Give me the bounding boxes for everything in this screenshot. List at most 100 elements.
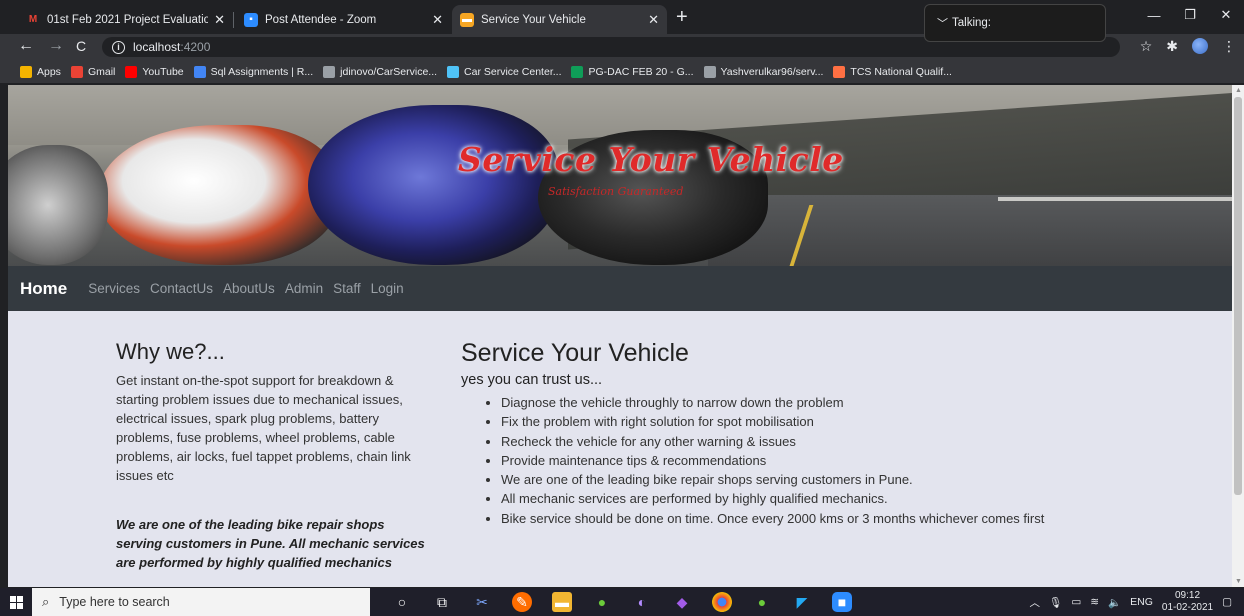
bookmark-item[interactable]: PG-DAC FEB 20 - G... <box>571 65 694 78</box>
tab-service-your-vehicle[interactable]: ▬ Service Your Vehicle ✕ <box>452 5 667 34</box>
file-explorer-icon[interactable]: ▬ <box>552 592 572 612</box>
start-button[interactable] <box>0 588 32 616</box>
search-icon: ⌕ <box>42 594 50 609</box>
task-view-icon[interactable]: ⧉ <box>432 592 452 612</box>
close-window-icon[interactable]: ✕ <box>1208 0 1244 30</box>
fourth-motorcycle-image <box>8 145 108 265</box>
page-icon <box>447 65 460 78</box>
scroll-up-icon[interactable]: ▲ <box>1235 87 1242 94</box>
page-viewport: Service Your Vehicle Satisfaction Guaran… <box>8 85 1232 587</box>
forward-icon[interactable]: → <box>48 37 64 55</box>
blue-motorcycle-image <box>308 105 558 265</box>
minimize-icon[interactable]: — <box>1136 0 1172 30</box>
bookmark-item[interactable]: YouTube <box>125 65 184 78</box>
windows-icon <box>9 595 23 609</box>
close-icon[interactable]: ✕ <box>648 12 659 28</box>
hero-road <box>708 195 1232 266</box>
battery-icon[interactable]: ▭ <box>1071 596 1081 608</box>
nav-link-aboutus[interactable]: AboutUs <box>223 281 275 296</box>
zoom-taskbar-icon[interactable]: ■ <box>832 592 852 612</box>
bookmark-label: Apps <box>37 65 61 78</box>
visual-studio-icon[interactable]: ◆ <box>672 592 692 612</box>
close-icon[interactable]: ✕ <box>432 12 443 28</box>
chevron-down-icon: ﹀ <box>937 18 948 30</box>
taskbar-search-placeholder: Type here to search <box>59 595 170 609</box>
bookmark-label: jdinovo/CarService... <box>340 65 438 78</box>
clock[interactable]: 09:12 01-02-2021 <box>1162 590 1213 614</box>
scroll-down-icon[interactable]: ▼ <box>1235 578 1242 585</box>
youtube-icon <box>125 65 138 78</box>
taskbar-apps: ○ ⧉ ✂ ✎ ▬ ● ◐ ◆ ● ◤ ■ <box>392 592 852 612</box>
gmail-icon <box>70 65 83 78</box>
bookmark-label: PG-DAC FEB 20 - G... <box>588 65 694 78</box>
reload-icon[interactable]: C <box>76 38 86 54</box>
close-icon[interactable]: ✕ <box>214 12 225 28</box>
tray-overflow-icon[interactable]: ︿ <box>1030 595 1041 610</box>
nav-link-login[interactable]: Login <box>371 281 404 296</box>
scrollbar-thumb[interactable] <box>1234 97 1242 495</box>
nav-link-staff[interactable]: Staff <box>333 281 361 296</box>
bookmark-item[interactable]: Apps <box>20 65 61 78</box>
nav-link-contactus[interactable]: ContactUs <box>150 281 213 296</box>
toolbar-actions: ☆ ✱ ⋮ <box>1140 38 1236 55</box>
spring-tool-2-icon[interactable]: ● <box>752 592 772 612</box>
bookmark-item[interactable]: Car Service Center... <box>447 65 561 78</box>
info-icon[interactable]: i <box>112 40 125 54</box>
bookmark-label: Gmail <box>87 65 116 78</box>
bookmark-item[interactable]: jdinovo/CarService... <box>323 65 438 78</box>
nav-home-brand[interactable]: Home <box>20 279 67 299</box>
bookmark-item[interactable]: Yashverulkar96/serv... <box>703 65 823 78</box>
bookmark-label: Sql Assignments | R... <box>210 65 314 78</box>
profile-avatar[interactable] <box>1192 38 1208 54</box>
tab-project-evaluation[interactable]: M 01st Feb 2021 Project Evaluation ✕ <box>18 5 233 34</box>
services-heading: Service Your Vehicle <box>461 339 689 367</box>
bookmark-item[interactable]: Gmail <box>70 65 116 78</box>
spring-tool-icon[interactable]: ● <box>592 592 612 612</box>
nav-link-admin[interactable]: Admin <box>285 281 323 296</box>
url-host: localhost <box>133 40 181 54</box>
extensions-icon[interactable]: ✱ <box>1166 38 1178 55</box>
menu-dots-icon[interactable]: ⋮ <box>1222 38 1236 55</box>
why-section: Why we?... Get instant on-the-spot suppo… <box>116 339 426 572</box>
window-controls: — ❐ ✕ <box>1136 0 1244 30</box>
notifications-icon[interactable]: ▢ <box>1222 596 1232 608</box>
nav-link-services[interactable]: Services <box>88 281 140 296</box>
bookmark-label: YouTube <box>142 65 184 78</box>
cortana-icon[interactable]: ○ <box>392 592 412 612</box>
page-icon: ▬ <box>460 12 474 27</box>
tab-zoom[interactable]: ▪ Post Attendee - Zoom ✕ <box>236 5 451 34</box>
github-icon <box>323 65 336 78</box>
gmail-icon: M <box>28 14 38 25</box>
back-icon[interactable]: ← <box>18 37 34 55</box>
volume-icon[interactable]: 🔈 <box>1108 596 1121 609</box>
why-text: Get instant on-the-spot support for brea… <box>116 373 411 483</box>
site-navbar: Home Services ContactUs AboutUs Admin Staff L… <box>8 266 1232 311</box>
clock-time: 09:12 <box>1174 590 1201 601</box>
wifi-icon[interactable]: ≋ <box>1090 596 1099 608</box>
eclipse-icon[interactable]: ◐ <box>632 592 652 612</box>
bookmark-item[interactable]: Sql Assignments | R... <box>193 65 314 78</box>
service-point: We are one of the leading bike repair sh… <box>501 470 1221 489</box>
chrome-icon[interactable] <box>712 592 732 612</box>
page-scrollbar[interactable]: ▲ ▼ <box>1232 85 1244 587</box>
browser-tab-strip: M 01st Feb 2021 Project Evaluation ✕ ▪ P… <box>0 0 1244 42</box>
hero-title: Service Your Vehicle <box>458 140 844 179</box>
new-tab-button[interactable]: + <box>676 6 688 29</box>
service-point: Fix the problem with right solution for … <box>501 412 1221 431</box>
white-motorcycle-image <box>98 125 338 265</box>
why-heading: Why we?... <box>116 339 225 364</box>
star-icon[interactable]: ☆ <box>1140 38 1153 55</box>
zoom-talking-indicator: ﹀ Talking: <box>924 4 1106 42</box>
microphone-icon[interactable]: 🎙 <box>1049 596 1062 609</box>
restore-icon[interactable]: ❐ <box>1172 0 1208 30</box>
clock-date: 01-02-2021 <box>1161 602 1214 613</box>
postman-icon[interactable]: ✎ <box>512 592 532 612</box>
system-tray: ︿ 🎙 ▭ ≋ 🔈 ENG 09:12 01-02-2021 ▢ <box>1030 588 1233 616</box>
vscode-icon[interactable]: ◤ <box>792 592 812 612</box>
taskbar-search[interactable]: ⌕ Type here to search <box>32 588 370 616</box>
snip-icon[interactable]: ✂ <box>472 592 492 612</box>
github-icon <box>703 65 716 78</box>
language-indicator[interactable]: ENG <box>1130 596 1153 608</box>
bookmark-item[interactable]: TCS National Qualif... <box>833 65 952 78</box>
apps-grid-icon <box>20 65 32 78</box>
